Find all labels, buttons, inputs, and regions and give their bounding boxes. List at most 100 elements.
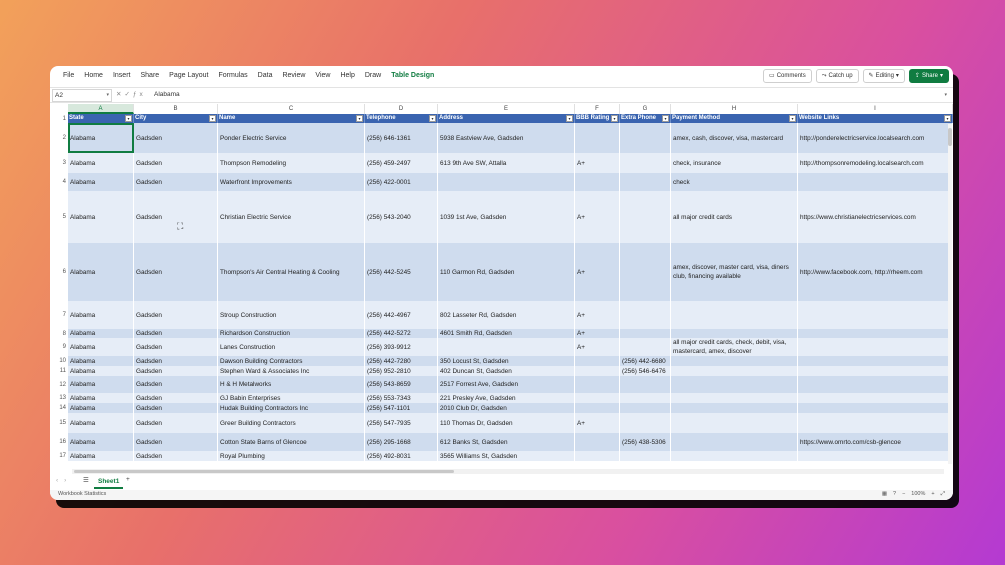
menu-home[interactable]: Home [79,66,108,86]
row-header[interactable]: 11 [50,366,68,376]
function-icon[interactable]: ƒx [133,91,146,98]
filter-dropdown-icon[interactable]: ▾ [429,115,436,122]
editing-button[interactable]: ✎ Editing ▾ [862,69,905,83]
table-cell[interactable]: Gadsden [134,338,218,356]
table-cell[interactable] [620,123,671,153]
table-cell[interactable]: http://www.facebook.com, http://rheem.co… [798,243,953,301]
table-cell[interactable]: GJ Babin Enterprises [218,393,365,403]
chevron-down-icon[interactable]: ▾ [106,90,109,101]
filter-dropdown-icon[interactable]: ▾ [611,115,618,122]
zoom-level[interactable]: 100% [911,491,925,498]
table-cell[interactable] [671,301,798,329]
column-header-c[interactable]: C [218,104,365,114]
column-header-d[interactable]: D [365,104,438,114]
table-cell[interactable]: Gadsden [134,393,218,403]
row-header[interactable]: 2 [50,123,68,153]
table-cell[interactable]: A+ [575,191,620,243]
menu-help[interactable]: Help [335,66,359,86]
table-cell[interactable]: Alabama [68,451,134,461]
table-cell[interactable] [798,356,953,366]
table-cell[interactable]: Gadsden [134,123,218,153]
column-header-i[interactable]: I [798,104,953,114]
table-cell[interactable]: Alabama [68,173,134,191]
row-header[interactable]: 6 [50,243,68,301]
table-cell[interactable]: https://www.omrto.com/csb-glencoe [798,433,953,451]
table-cell[interactable]: Alabama [68,393,134,403]
table-cell[interactable]: 350 Locust St, Gadsden [438,356,575,366]
menu-table-design[interactable]: Table Design [386,66,439,86]
table-header-cell[interactable]: Address ▾ [438,114,575,123]
view-normal-icon[interactable]: ▦ [882,491,887,498]
column-header-e[interactable]: E [438,104,575,114]
table-cell[interactable] [671,393,798,403]
table-cell[interactable] [575,393,620,403]
table-cell[interactable]: A+ [575,243,620,301]
table-cell[interactable]: (256) 422-0001 [365,173,438,191]
table-cell[interactable]: H & H Metalworks [218,376,365,393]
table-cell[interactable]: A+ [575,301,620,329]
scroll-thumb[interactable] [74,470,454,473]
row-header[interactable]: 15 [50,413,68,433]
table-cell[interactable]: http://ponderelectricservice.localsearch… [798,123,953,153]
row-header[interactable]: 14 [50,403,68,413]
table-cell[interactable]: (256) 492-8031 [365,451,438,461]
table-cell[interactable]: Royal Plumbing [218,451,365,461]
table-cell[interactable]: Gadsden [134,191,218,243]
table-cell[interactable] [798,366,953,376]
share-button[interactable]: ⇪ Share ▾ [908,69,949,83]
table-cell[interactable] [575,403,620,413]
table-cell[interactable]: Alabama [68,329,134,338]
filter-dropdown-icon[interactable]: ▾ [789,115,796,122]
table-cell[interactable]: (256) 553-7343 [365,393,438,403]
table-cell[interactable] [620,243,671,301]
table-cell[interactable]: all major credit cards, check, debit, vi… [671,338,798,356]
table-cell[interactable] [671,451,798,461]
table-cell[interactable]: amex, cash, discover, visa, mastercard [671,123,798,153]
menu-file[interactable]: File [58,66,79,86]
table-cell[interactable]: 3565 Williams St, Gadsden [438,451,575,461]
table-cell[interactable]: A+ [575,153,620,173]
table-cell[interactable]: 402 Duncan St, Gadsden [438,366,575,376]
table-cell[interactable]: Alabama [68,123,134,153]
table-cell[interactable]: (256) 438-5306 [620,433,671,451]
table-cell[interactable] [438,338,575,356]
table-cell[interactable]: Alabama [68,366,134,376]
table-cell[interactable]: all major credit cards [671,191,798,243]
sheet-list-icon[interactable]: ☰ [83,476,89,484]
table-cell[interactable] [620,413,671,433]
table-cell[interactable]: (256) 442-4967 [365,301,438,329]
table-cell[interactable]: Hudak Building Contractors Inc [218,403,365,413]
table-cell[interactable] [620,153,671,173]
table-cell[interactable]: Gadsden [134,451,218,461]
table-header-cell[interactable]: Telephone ▾ [365,114,438,123]
menu-page-layout[interactable]: Page Layout [164,66,213,86]
table-cell[interactable] [575,451,620,461]
table-cell[interactable]: Gadsden [134,413,218,433]
table-cell[interactable]: 802 Lasseter Rd, Gadsden [438,301,575,329]
row-header[interactable]: 5 [50,191,68,243]
table-cell[interactable]: check [671,173,798,191]
scroll-thumb[interactable] [948,128,952,146]
table-cell[interactable]: Alabama [68,153,134,173]
column-header-g[interactable]: G [620,104,671,114]
expand-formula-icon[interactable]: ▾ [944,88,947,102]
table-cell[interactable]: Alabama [68,413,134,433]
zoom-in-icon[interactable]: + [931,491,934,498]
table-cell[interactable]: Alabama [68,356,134,366]
table-cell[interactable] [671,376,798,393]
row-header[interactable]: 17 [50,451,68,461]
table-cell[interactable] [798,403,953,413]
table-cell[interactable] [798,301,953,329]
table-cell[interactable]: http://thompsonremodeling.localsearch.co… [798,153,953,173]
row-header[interactable]: 4 [50,173,68,191]
column-header-f[interactable]: F [575,104,620,114]
table-cell[interactable]: (256) 543-8659 [365,376,438,393]
column-header-a[interactable]: A [68,104,134,114]
filter-dropdown-icon[interactable]: ▾ [209,115,216,122]
table-cell[interactable]: Waterfront Improvements [218,173,365,191]
filter-dropdown-icon[interactable]: ▾ [662,115,669,122]
table-cell[interactable] [798,338,953,356]
formula-input[interactable]: Alabama [154,88,180,102]
row-header[interactable]: 12 [50,376,68,393]
table-cell[interactable]: Gadsden [134,433,218,451]
